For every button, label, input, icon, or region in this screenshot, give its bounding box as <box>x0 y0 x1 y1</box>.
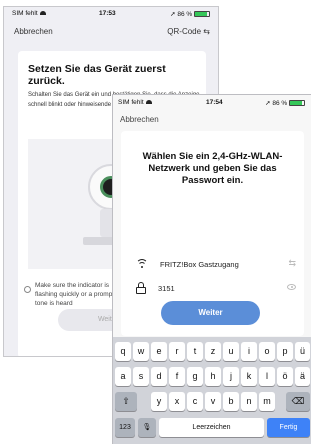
confirm-checkbox-label: Make sure the indicator is flashing quic… <box>35 282 115 307</box>
network-value: FRITZ!Box Gastzugang <box>160 259 239 269</box>
battery-indicator: ➚ 86 % <box>265 99 305 107</box>
confirm-checkbox[interactable]: Make sure the indicator is flashing quic… <box>24 281 124 308</box>
password-field[interactable]: 3151 <box>136 281 296 295</box>
carrier-label: SIM fehlt <box>12 10 46 17</box>
key[interactable]: e <box>151 342 167 361</box>
key[interactable]: b <box>223 392 239 411</box>
keyboard-row-4: 123 🎙 Leerzeichen Fertig <box>113 418 311 438</box>
keyboard-row-3: ⇧ y x c v b n m ⌫ <box>113 392 311 412</box>
wifi-heading: Wählen Sie ein 2,4-GHz-WLAN-Netzwerk und… <box>142 151 283 186</box>
setup-screen-wifi: SIM fehlt 17:54 ➚ 86 % Abbrechen Wählen … <box>112 94 311 444</box>
clock: 17:54 <box>206 99 223 106</box>
key[interactable]: z <box>205 342 221 361</box>
keyboard: q w e r t z u i o p ü a s d f g h j k l … <box>113 337 311 444</box>
key[interactable]: q <box>115 342 131 361</box>
wifi-status-icon <box>39 11 46 16</box>
microphone-icon[interactable]: 🎙 <box>138 418 156 437</box>
key[interactable]: p <box>277 342 293 361</box>
key[interactable]: k <box>241 367 257 386</box>
done-key[interactable]: Fertig <box>267 418 310 437</box>
cancel-button[interactable]: Abbrechen <box>120 115 159 124</box>
key[interactable]: u <box>223 342 239 361</box>
key[interactable]: o <box>259 342 275 361</box>
switch-icon[interactable]: ⇆ <box>288 258 296 269</box>
lock-icon <box>136 282 146 294</box>
keyboard-row-2: a s d f g h j k l ö ä <box>113 367 311 387</box>
eye-icon[interactable] <box>287 282 296 292</box>
key[interactable]: w <box>133 342 149 361</box>
wifi-icon <box>136 259 148 269</box>
key[interactable]: ö <box>277 367 293 386</box>
password-value: 3151 <box>158 283 175 293</box>
key[interactable]: x <box>169 392 185 411</box>
key[interactable]: h <box>205 367 221 386</box>
location-icon: ➚ <box>170 11 176 18</box>
key[interactable]: n <box>241 392 257 411</box>
space-key[interactable]: Leerzeichen <box>159 418 264 437</box>
keyboard-row-1: q w e r t z u i o p ü <box>113 342 311 362</box>
location-icon: ➚ <box>265 100 271 107</box>
nav-bar: Abbrechen QR-Code ⇆ <box>4 24 218 40</box>
key[interactable]: i <box>241 342 257 361</box>
key[interactable]: r <box>169 342 185 361</box>
next-button[interactable]: Weiter <box>161 301 260 325</box>
status-bar: SIM fehlt 17:53 ➚ 86 % <box>4 7 218 23</box>
key[interactable]: d <box>151 367 167 386</box>
qr-code-button[interactable]: QR-Code ⇆ <box>167 27 210 36</box>
key[interactable]: y <box>151 392 167 411</box>
battery-icon <box>289 100 305 107</box>
key[interactable]: c <box>187 392 203 411</box>
key[interactable]: f <box>169 367 185 386</box>
cancel-button[interactable]: Abbrechen <box>14 27 53 36</box>
key[interactable]: j <box>223 367 239 386</box>
battery-icon <box>194 11 210 18</box>
nav-bar: Abbrechen <box>113 111 311 129</box>
key[interactable]: ä <box>295 367 310 386</box>
numbers-key[interactable]: 123 <box>115 418 135 437</box>
key[interactable]: g <box>187 367 203 386</box>
wifi-status-icon <box>145 100 152 105</box>
radio-icon[interactable] <box>24 286 31 293</box>
key[interactable]: m <box>259 392 275 411</box>
key[interactable]: v <box>205 392 221 411</box>
status-bar: SIM fehlt 17:54 ➚ 86 % <box>113 95 311 111</box>
key[interactable]: t <box>187 342 203 361</box>
network-field[interactable]: FRITZ!Box Gastzugang ⇆ <box>136 257 296 271</box>
shift-key[interactable]: ⇧ <box>115 392 137 411</box>
battery-indicator: ➚ 86 % <box>170 10 210 18</box>
key[interactable]: ü <box>295 342 310 361</box>
delete-key[interactable]: ⌫ <box>286 392 310 411</box>
carrier-label: SIM fehlt <box>118 99 152 106</box>
key[interactable]: s <box>133 367 149 386</box>
key[interactable]: l <box>259 367 275 386</box>
key[interactable]: a <box>115 367 131 386</box>
clock: 17:53 <box>99 10 116 17</box>
reset-heading: Setzen Sie das Gerät zuerst zurück. <box>28 63 166 87</box>
